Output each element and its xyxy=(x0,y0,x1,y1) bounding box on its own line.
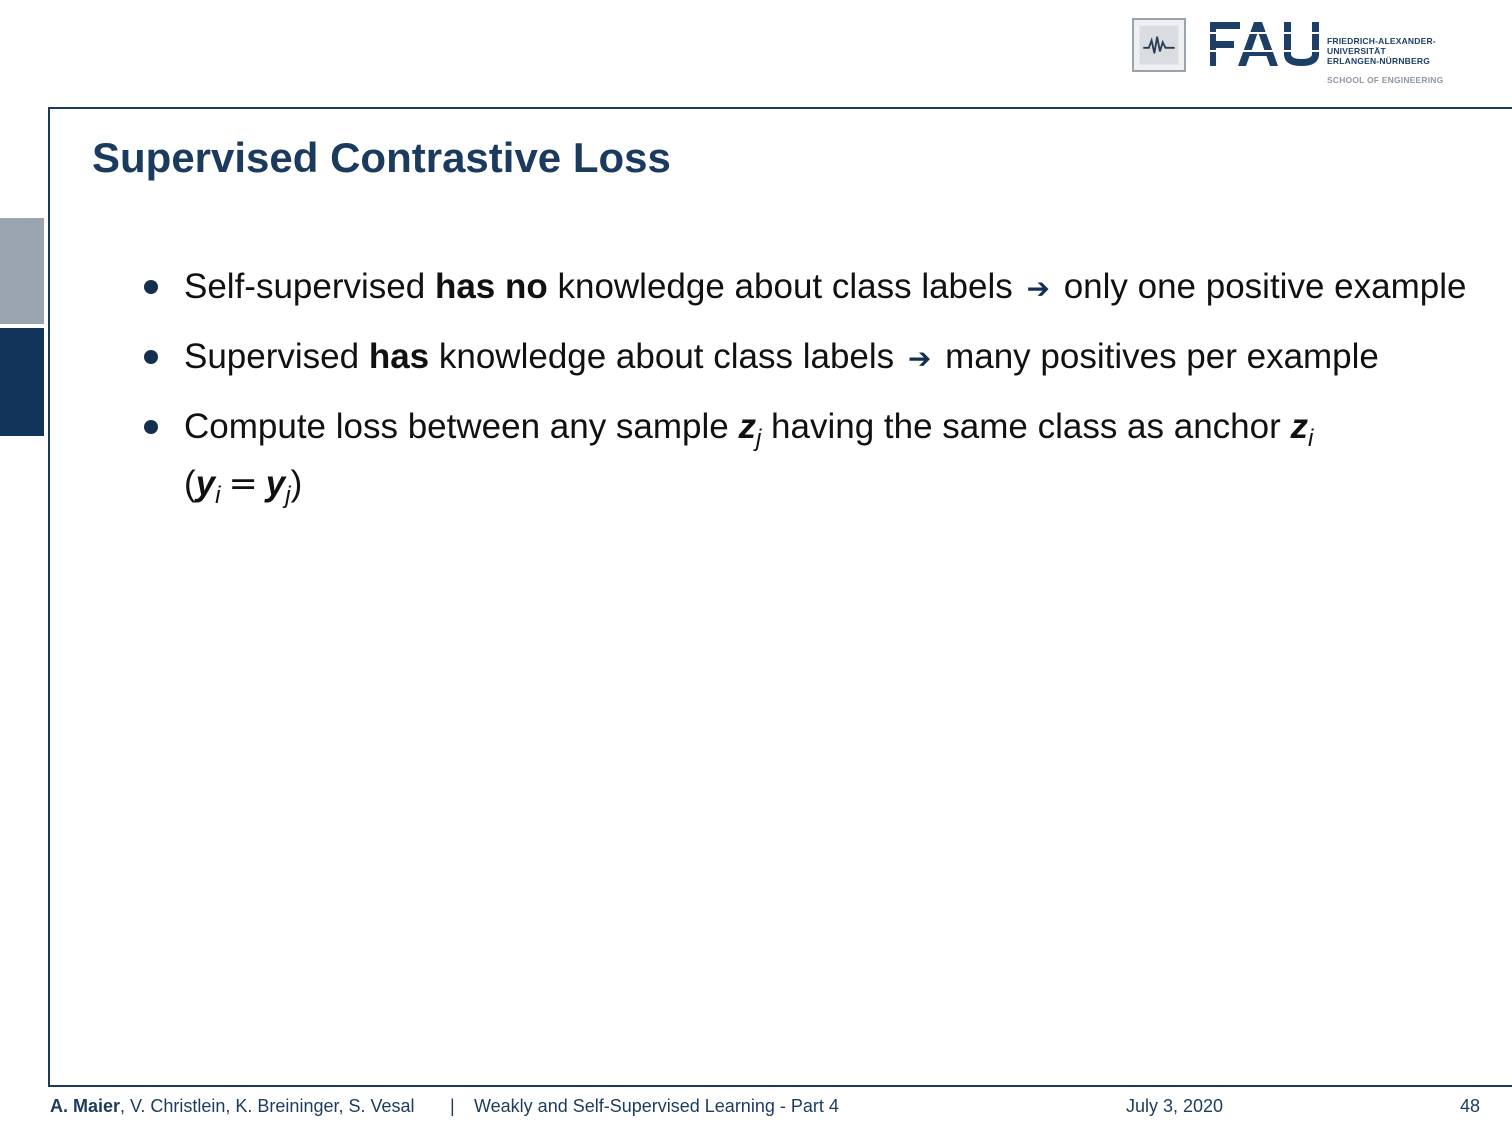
fau-wordmark xyxy=(1210,20,1320,68)
bullet-item: Compute loss between any sample zj havin… xyxy=(140,398,1480,513)
bullet-text: knowledge about class labels xyxy=(547,267,1023,306)
bullet-list: Self-supervised has no knowledge about c… xyxy=(140,258,1480,524)
math-subscript: i xyxy=(1307,425,1314,452)
right-arrow-icon: ➔ xyxy=(1026,272,1050,305)
math-variable: z xyxy=(1290,407,1308,446)
bullet-dot-icon xyxy=(144,280,158,294)
bullet-text: having the same class as anchor xyxy=(761,407,1291,446)
footer-talk-title: Weakly and Self-Supervised Learning - Pa… xyxy=(474,1096,839,1116)
university-name-line-1: FRIEDRICH-ALEXANDER- xyxy=(1327,36,1436,46)
bullet-text: Self-supervised xyxy=(184,267,435,306)
bullet-text: knowledge about class labels xyxy=(429,337,904,376)
slide-title: Supervised Contrastive Loss xyxy=(92,134,671,181)
math-variable: z xyxy=(738,407,756,446)
bullet-dot-icon xyxy=(144,350,158,364)
footer-date: July 3, 2020 xyxy=(1126,1096,1224,1116)
bullet-text: Compute loss between any sample xyxy=(184,407,739,446)
right-arrow-icon: ➔ xyxy=(907,342,932,375)
section-marker-current xyxy=(0,328,44,436)
math-paren: ) xyxy=(290,464,303,503)
bullet-item: Self-supervised has no knowledge about c… xyxy=(140,258,1480,317)
math-equals: = xyxy=(228,464,258,504)
bullet-text: many positives per example xyxy=(935,337,1379,376)
university-name-line-2: UNIVERSITÄT xyxy=(1327,46,1386,56)
bullet-text: only one positive example xyxy=(1053,267,1467,306)
math-variable: y xyxy=(195,464,216,503)
university-name: FRIEDRICH-ALEXANDER- UNIVERSITÄT ERLANGE… xyxy=(1327,36,1436,66)
page-number: 48 xyxy=(1459,1096,1480,1116)
school-name: SCHOOL OF ENGINEERING xyxy=(1327,75,1444,85)
slide-footer: A. Maier, V. Christlein, K. Breininger, … xyxy=(50,1096,1490,1120)
bullet-emphasis: has no xyxy=(434,267,548,306)
university-name-line-3: ERLANGEN-NÜRNBERG xyxy=(1327,56,1431,66)
bullet-item: Supervised has knowledge about class lab… xyxy=(140,328,1480,387)
math-paren: ( xyxy=(184,464,196,503)
footer-separator: | xyxy=(450,1096,455,1116)
footer-other-authors: , V. Christlein, K. Breininger, S. Vesal xyxy=(120,1096,415,1116)
fau-logo: FRIEDRICH-ALEXANDER- UNIVERSITÄT ERLANGE… xyxy=(1132,18,1462,88)
footer-lead-author: A. Maier xyxy=(50,1096,121,1116)
waveform-seal-icon xyxy=(1132,18,1186,72)
bullet-text: Supervised xyxy=(184,337,369,376)
footer-authors: A. Maier, V. Christlein, K. Breininger, … xyxy=(50,1096,415,1117)
slide-frame xyxy=(48,107,1512,1087)
math-variable: y xyxy=(265,464,286,503)
bullet-emphasis: has xyxy=(368,337,430,376)
bullet-dot-icon xyxy=(144,420,158,434)
section-marker-previous xyxy=(0,218,44,324)
